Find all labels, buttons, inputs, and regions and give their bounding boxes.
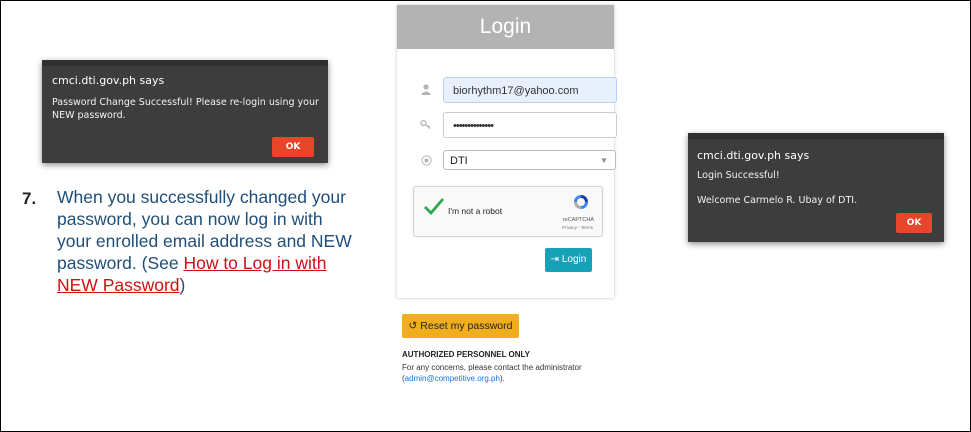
login-button-label: Login [561, 254, 587, 265]
step-number: 7. [22, 189, 37, 208]
ok-button[interactable]: OK [896, 213, 932, 233]
user-icon [419, 84, 433, 98]
authorized-text-tail: ). [499, 374, 505, 383]
dialog-site-label: cmci.dti.gov.ph says [52, 74, 165, 87]
password-change-dialog: cmci.dti.gov.ph says Password Change Suc… [42, 60, 328, 163]
instruction-tail: ) [179, 275, 186, 295]
password-row: •••••••••••••• [417, 112, 617, 140]
admin-email-link[interactable]: admin@competitive.org.ph [405, 374, 500, 383]
ok-button[interactable]: OK [272, 137, 314, 157]
welcome-message: Welcome Carmelo R. Ubay of DTI. [697, 195, 858, 206]
sign-in-icon: ⇥ [550, 254, 560, 265]
agency-select[interactable]: DTI ▼ [443, 150, 616, 170]
login-title: Login [397, 5, 614, 49]
agency-selected-value: DTI [450, 155, 468, 167]
chevron-down-icon: ▼ [600, 156, 608, 165]
authorized-personnel-heading: AUTHORIZED PERSONNEL ONLY [402, 350, 531, 359]
reset-password-label: Reset my password [420, 320, 513, 332]
login-panel: Login biorhythm17@yahoo.com ••••••••••••… [397, 5, 617, 298]
password-field[interactable]: •••••••••••••• [443, 112, 617, 138]
agency-row: DTI ▼ [417, 148, 616, 176]
recaptcha-widget: I'm not a robot reCAPTCHA Privacy - Term… [413, 186, 603, 237]
target-icon [419, 155, 433, 169]
captcha-label: I'm not a robot [448, 206, 503, 216]
dialog-message: Password Change Successful! Please re-lo… [52, 97, 319, 121]
captcha-terms[interactable]: Privacy - Terms [562, 225, 593, 230]
authorized-personnel-text: For any concerns, please contact the adm… [402, 362, 602, 384]
login-button[interactable]: ⇥ Login [545, 248, 592, 272]
email-row: biorhythm17@yahoo.com [417, 77, 617, 105]
dialog-site-label: cmci.dti.gov.ph says [697, 149, 810, 162]
login-success-message: Login Successful! [697, 170, 780, 181]
captcha-brand: reCAPTCHA [562, 217, 594, 223]
login-success-dialog: cmci.dti.gov.ph says Login Successful! W… [688, 133, 944, 242]
reset-password-button[interactable]: ↺ Reset my password [402, 314, 519, 338]
undo-icon: ↺ [408, 320, 418, 332]
email-field[interactable]: biorhythm17@yahoo.com [443, 77, 617, 103]
instruction-text: When you successfully changed your passw… [57, 186, 357, 296]
key-icon [419, 119, 433, 133]
checkmark-icon[interactable] [423, 196, 445, 221]
recaptcha-logo-icon [572, 193, 590, 218]
